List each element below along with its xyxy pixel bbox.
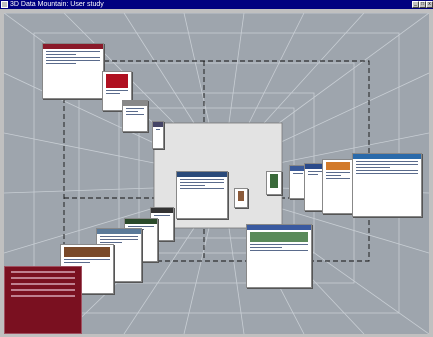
page-thumbnail[interactable] — [176, 171, 228, 219]
page-thumbnail[interactable] — [122, 100, 148, 132]
close-button[interactable]: x — [426, 1, 433, 8]
page-thumbnail[interactable] — [266, 171, 282, 195]
maximize-button[interactable]: □ — [419, 1, 426, 8]
page-thumbnail[interactable] — [42, 43, 104, 99]
window-title: 3D Data Mountain: User study — [10, 1, 104, 8]
title-bar[interactable]: 3D Data Mountain: User study _ □ x — [0, 0, 433, 9]
page-thumbnail[interactable] — [152, 121, 164, 149]
page-thumbnail[interactable] — [352, 153, 422, 217]
system-menu-icon[interactable] — [1, 1, 8, 8]
page-thumbnail[interactable] — [246, 224, 312, 288]
minimize-button[interactable]: _ — [412, 1, 419, 8]
3d-room-viewport[interactable] — [4, 13, 429, 334]
app-window: 3D Data Mountain: User study _ □ x — [0, 0, 433, 337]
page-thumbnail[interactable] — [322, 159, 354, 214]
page-thumbnail[interactable] — [234, 188, 248, 208]
page-thumbnail-foreground[interactable] — [4, 266, 82, 334]
